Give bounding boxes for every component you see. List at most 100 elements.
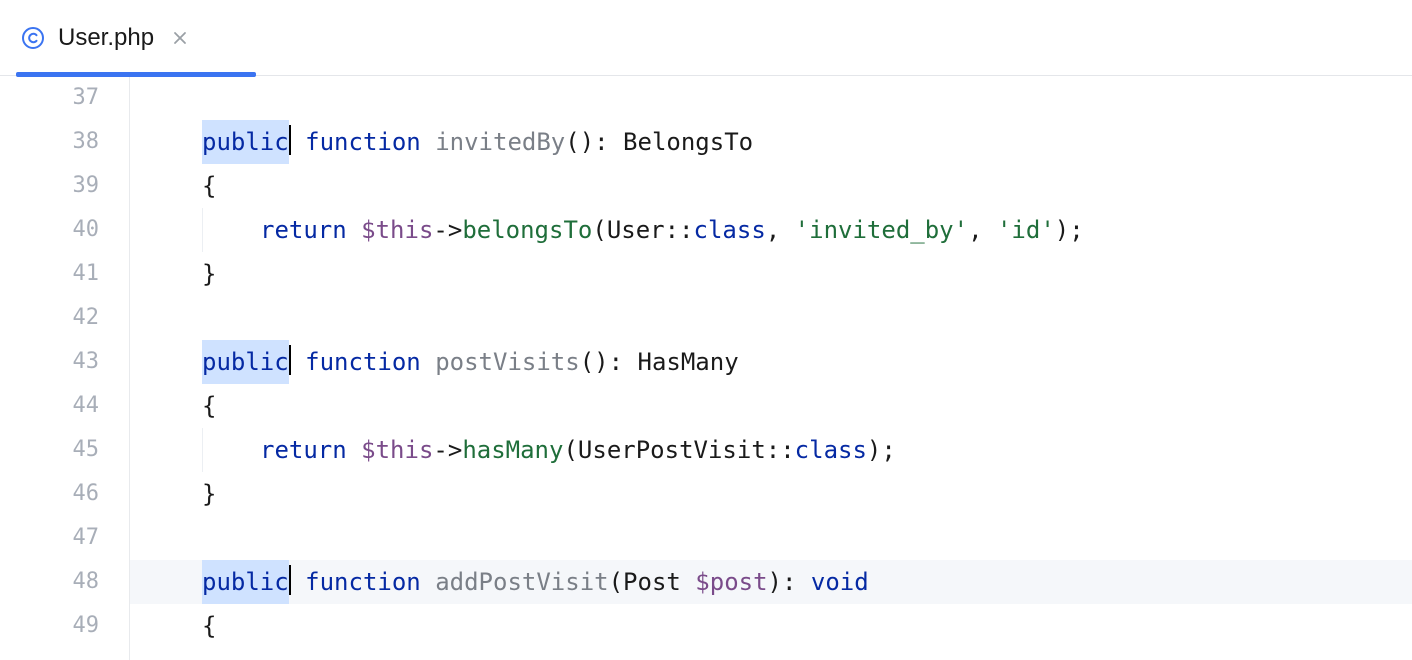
- code-token: return: [260, 208, 347, 252]
- code-token: class: [694, 208, 766, 252]
- code-token: HasMany: [638, 340, 739, 384]
- indent-guide: [144, 164, 202, 208]
- line-number: 42: [0, 296, 129, 340]
- code-token: function: [305, 120, 421, 164]
- line-number: 40: [0, 208, 129, 252]
- code-token: [347, 208, 361, 252]
- code-token: );: [867, 428, 896, 472]
- code-token: function: [305, 560, 421, 604]
- code-token: ):: [768, 560, 811, 604]
- code-token: addPostVisit: [435, 560, 608, 604]
- code-line[interactable]: return $this->belongsTo(User::class, 'in…: [130, 208, 1412, 252]
- code-token: [291, 120, 305, 164]
- indent-guide: [144, 428, 202, 472]
- code-line[interactable]: }: [130, 472, 1412, 516]
- code-token: (: [592, 208, 606, 252]
- code-line[interactable]: {: [130, 384, 1412, 428]
- line-number: 48: [0, 560, 129, 604]
- code-area[interactable]: public function invitedBy(): BelongsTo{r…: [130, 76, 1412, 660]
- code-token: invitedBy: [435, 120, 565, 164]
- code-token: {: [202, 384, 216, 428]
- code-token: 'invited_by': [795, 208, 968, 252]
- code-token: [291, 560, 305, 604]
- line-number: 49: [0, 604, 129, 648]
- close-icon[interactable]: [170, 28, 190, 48]
- code-token: ->: [433, 208, 462, 252]
- indent-guide: [144, 252, 202, 296]
- indent-guide: [144, 472, 202, 516]
- class-file-icon: [20, 25, 46, 51]
- code-token: hasMany: [462, 428, 563, 472]
- code-token: {: [202, 164, 216, 208]
- code-token: }: [202, 252, 216, 296]
- code-token: ():: [580, 340, 638, 384]
- code-token: class: [795, 428, 867, 472]
- line-number: 38: [0, 120, 129, 164]
- code-token: (: [609, 560, 623, 604]
- code-line[interactable]: [130, 296, 1412, 340]
- code-token: void: [811, 560, 869, 604]
- line-number: 41: [0, 252, 129, 296]
- indent-guide: [144, 384, 202, 428]
- code-token: [347, 428, 361, 472]
- indent-guide: [202, 208, 260, 252]
- code-line[interactable]: }: [130, 252, 1412, 296]
- code-token: User: [607, 208, 665, 252]
- code-token: public: [202, 560, 289, 604]
- code-token: [421, 560, 435, 604]
- code-line[interactable]: {: [130, 604, 1412, 648]
- line-number: 47: [0, 516, 129, 560]
- code-token: }: [202, 472, 216, 516]
- line-number: 45: [0, 428, 129, 472]
- code-token: $this: [361, 208, 433, 252]
- line-number: 39: [0, 164, 129, 208]
- code-token: ::: [766, 428, 795, 472]
- line-number: 46: [0, 472, 129, 516]
- code-token: postVisits: [435, 340, 580, 384]
- code-token: belongsTo: [462, 208, 592, 252]
- line-number: 43: [0, 340, 129, 384]
- code-line[interactable]: public function postVisits(): HasMany: [130, 340, 1412, 384]
- line-number: 44: [0, 384, 129, 428]
- code-token: public: [202, 120, 289, 164]
- code-line[interactable]: public function invitedBy(): BelongsTo: [130, 120, 1412, 164]
- code-token: return: [260, 428, 347, 472]
- line-number-gutter: 37383940414243444546474849: [0, 76, 130, 660]
- code-line[interactable]: [130, 76, 1412, 120]
- tab-label: User.php: [58, 24, 154, 52]
- code-token: ,: [968, 208, 997, 252]
- code-line[interactable]: {: [130, 164, 1412, 208]
- indent-guide: [202, 428, 260, 472]
- indent-guide: [144, 604, 202, 648]
- indent-guide: [144, 560, 202, 604]
- tab-user-php[interactable]: User.php: [16, 0, 206, 76]
- code-token: [421, 340, 435, 384]
- code-line[interactable]: [130, 516, 1412, 560]
- code-token: $post: [695, 560, 767, 604]
- code-token: UserPostVisit: [578, 428, 766, 472]
- code-token: BelongsTo: [623, 120, 753, 164]
- code-token: [291, 340, 305, 384]
- indent-guide: [144, 340, 202, 384]
- code-token: [681, 560, 695, 604]
- code-token: ():: [565, 120, 623, 164]
- code-line[interactable]: public function addPostVisit(Post $post)…: [130, 560, 1412, 604]
- code-token: Post: [623, 560, 681, 604]
- code-token: );: [1055, 208, 1084, 252]
- tab-bar: User.php: [0, 0, 1412, 76]
- code-token: ::: [665, 208, 694, 252]
- code-line[interactable]: return $this->hasMany(UserPostVisit::cla…: [130, 428, 1412, 472]
- code-token: (: [563, 428, 577, 472]
- indent-guide: [144, 208, 202, 252]
- indent-guide: [144, 76, 202, 120]
- code-token: ,: [766, 208, 795, 252]
- code-token: public: [202, 340, 289, 384]
- code-token: [421, 120, 435, 164]
- code-token: ->: [433, 428, 462, 472]
- code-token: 'id': [997, 208, 1055, 252]
- code-token: $this: [361, 428, 433, 472]
- code-editor[interactable]: 37383940414243444546474849 public functi…: [0, 76, 1412, 660]
- code-token: function: [305, 340, 421, 384]
- indent-guide: [144, 120, 202, 164]
- code-token: {: [202, 604, 216, 648]
